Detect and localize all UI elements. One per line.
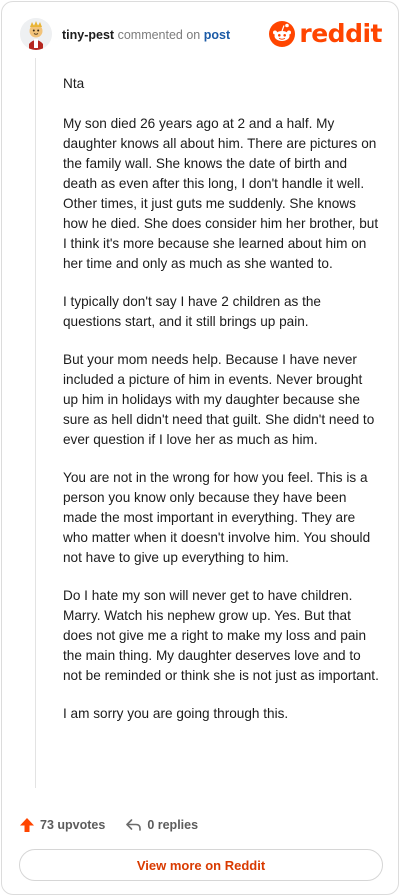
reply-arrow-icon <box>126 819 142 831</box>
view-more-button[interactable]: View more on Reddit <box>19 849 383 881</box>
comment-paragraph: But your mom needs help. Because I have … <box>63 352 375 447</box>
upvote-arrow-icon <box>20 818 34 832</box>
replies-button[interactable]: 0 replies <box>125 817 198 833</box>
comment-paragraph: Nta <box>63 76 85 91</box>
reddit-wordmark: reddit <box>299 19 382 48</box>
comment-paragraph: I am sorry you are going through this. <box>63 706 289 721</box>
comment-meta: tiny-pest commented on post <box>62 27 230 43</box>
comment-paragraph: I typically don't say I have 2 children … <box>63 294 321 329</box>
thread-line <box>35 58 36 788</box>
reply-count: 0 replies <box>147 818 199 832</box>
comment-paragraph: Do I hate my son will never get to have … <box>63 588 379 683</box>
comment-card: tiny-pest commented on post reddit Nta M… <box>1 1 399 895</box>
avatar-icon <box>20 18 52 50</box>
upvote-button[interactable]: 73 upvotes <box>19 817 105 833</box>
reddit-brand[interactable]: reddit <box>269 19 382 49</box>
upvote-count: 73 upvotes <box>40 818 106 832</box>
reddit-snoo-icon <box>269 21 296 47</box>
comment-header: tiny-pest commented on post reddit <box>2 2 398 64</box>
comment-paragraph: My son died 26 years ago at 2 and a half… <box>63 116 379 271</box>
avatar[interactable] <box>20 18 52 50</box>
comment-body: Nta My son died 26 years ago at 2 and a … <box>63 74 381 742</box>
comment-paragraph: You are not in the wrong for how you fee… <box>63 470 371 565</box>
post-link[interactable]: post <box>204 28 230 42</box>
meta-verb: commented on <box>117 28 201 42</box>
author-name[interactable]: tiny-pest <box>62 28 114 42</box>
comment-actions: 73 upvotes 0 replies <box>19 814 198 836</box>
